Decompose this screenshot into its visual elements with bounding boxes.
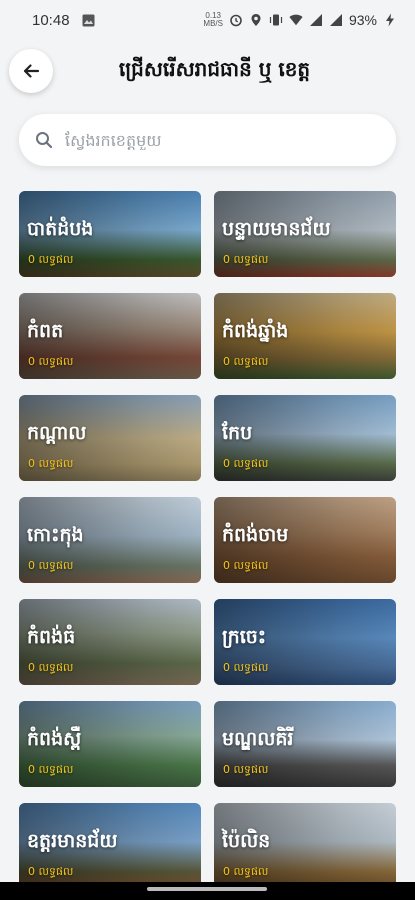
province-name: កំពង់ចាម	[222, 524, 289, 546]
province-result-count: 0 លទ្ធផល	[28, 253, 74, 266]
province-result-count: 0 លទ្ធផល	[28, 559, 74, 572]
province-card[interactable]: កំពង់ចាម 0 លទ្ធផល	[214, 497, 396, 583]
province-name: កំពង់ស្ពឺ	[27, 728, 82, 750]
province-result-count: 0 លទ្ធផល	[223, 763, 269, 776]
province-name: កណ្តាល	[27, 422, 87, 444]
province-card[interactable]: ឧត្តរមានជ័យ 0 លទ្ធផល	[19, 803, 201, 889]
province-name: មណ្ឌលគិរី	[222, 728, 294, 750]
province-name: កំពង់ឆ្នាំង	[222, 320, 289, 342]
province-result-count: 0 លទ្ធផល	[28, 661, 74, 674]
province-card[interactable]: កំពង់ធំ 0 លទ្ធផល	[19, 599, 201, 685]
province-name: ឧត្តរមានជ័យ	[27, 830, 118, 852]
province-name: កំពត	[27, 320, 64, 342]
province-card[interactable]: ក្រចេះ 0 លទ្ធផល	[214, 599, 396, 685]
province-name: កំពង់ធំ	[27, 626, 76, 648]
province-name: ប៉ៃលិន	[222, 830, 271, 852]
province-result-count: 0 លទ្ធផល	[223, 865, 269, 878]
province-grid: បាត់ដំបង 0 លទ្ធផល បន្ទាយមានជ័យ 0 លទ្ធផល កំពត…	[0, 0, 415, 900]
province-name: ក្រចេះ	[222, 626, 267, 648]
province-card[interactable]: ប៉ៃលិន 0 លទ្ធផល	[214, 803, 396, 889]
province-card[interactable]: កំពង់ឆ្នាំង 0 លទ្ធផល	[214, 293, 396, 379]
province-card[interactable]: មណ្ឌលគិរី 0 លទ្ធផល	[214, 701, 396, 787]
province-card[interactable]: កោះកុង 0 លទ្ធផល	[19, 497, 201, 583]
province-name: កោះកុង	[27, 524, 84, 546]
province-result-count: 0 លទ្ធផល	[223, 253, 269, 266]
navigation-bar	[0, 882, 415, 900]
province-result-count: 0 លទ្ធផល	[28, 763, 74, 776]
province-result-count: 0 លទ្ធផល	[28, 355, 74, 368]
province-card[interactable]: បន្ទាយមានជ័យ 0 លទ្ធផល	[214, 191, 396, 277]
province-result-count: 0 លទ្ធផល	[28, 457, 74, 470]
province-card[interactable]: កំពង់ស្ពឺ 0 លទ្ធផល	[19, 701, 201, 787]
province-result-count: 0 លទ្ធផល	[223, 355, 269, 368]
province-result-count: 0 លទ្ធផល	[223, 457, 269, 470]
province-card[interactable]: កែប 0 លទ្ធផល	[214, 395, 396, 481]
province-name: បាត់ដំបង	[27, 218, 94, 240]
province-result-count: 0 លទ្ធផល	[223, 559, 269, 572]
province-card[interactable]: កំពត 0 លទ្ធផល	[19, 293, 201, 379]
province-card[interactable]: បាត់ដំបង 0 លទ្ធផល	[19, 191, 201, 277]
province-name: កែប	[222, 422, 253, 444]
home-gesture-handle[interactable]	[147, 887, 267, 891]
province-name: បន្ទាយមានជ័យ	[222, 218, 331, 240]
province-card[interactable]: កណ្តាល 0 លទ្ធផល	[19, 395, 201, 481]
province-result-count: 0 លទ្ធផល	[28, 865, 74, 878]
province-result-count: 0 លទ្ធផល	[223, 661, 269, 674]
